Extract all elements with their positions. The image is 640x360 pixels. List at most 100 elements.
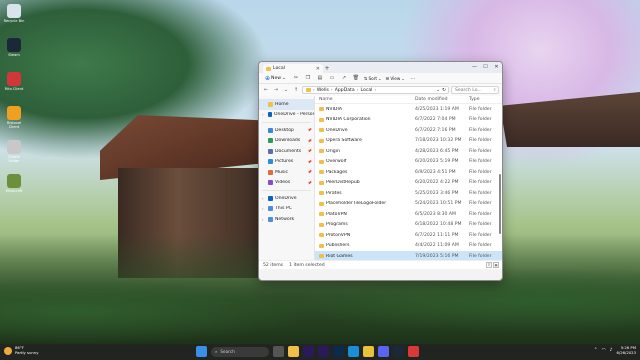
close-button[interactable]: ✕ [491, 62, 502, 71]
chrome-icon[interactable] [363, 346, 374, 357]
expand-chevron-icon[interactable]: › [262, 112, 266, 117]
desktop-icon[interactable]: Rito Client [3, 72, 25, 91]
desktop-icon-label: Minecraft [5, 189, 23, 193]
file-explorer-window[interactable]: Local ✕ + — ☐ ✕ ⊕ New ⌄ ✂ ❐ ▤ ▭ ↗ 🗑 ⇅ So… [258, 61, 503, 281]
expand-chevron-icon[interactable]: › [262, 196, 266, 201]
tab-close-icon[interactable]: ✕ [316, 66, 320, 72]
nav-item[interactable]: Desktop 📌 [259, 125, 314, 136]
back-arrow-icon[interactable]: ← [262, 86, 270, 94]
taskbar-search[interactable]: ⌕ Search [211, 346, 269, 357]
table-row[interactable]: PeerDistRepub 6/20/2022 4:22 PM File folde… [315, 178, 502, 189]
more-button[interactable]: ... [409, 75, 417, 82]
delete-icon[interactable]: 🗑 [352, 75, 360, 82]
tiles-view-icon[interactable]: ▦ [493, 262, 499, 268]
nav-item[interactable]: Pictures 📌 [259, 157, 314, 168]
breadcrumb-item[interactable]: Local [361, 88, 373, 93]
folder-icon [319, 107, 324, 112]
command-bar: ⊕ New ⌄ ✂ ❐ ▤ ▭ ↗ 🗑 ⇅ Sort ⌄ ☰ View ⌄ ..… [259, 73, 502, 84]
table-row[interactable]: Pirates 5/25/2023 3:46 PM File folder [315, 188, 502, 199]
refresh-icon[interactable]: ↻ [442, 88, 446, 93]
table-row[interactable]: NVIDIA Corporation 6/7/2022 7:04 PM File f… [315, 115, 502, 126]
nav-item[interactable]: › This PC [259, 204, 314, 215]
nav-item[interactable]: Music 📌 [259, 167, 314, 178]
scrollbar-thumb[interactable] [499, 174, 501, 234]
type-cell: File folder [469, 106, 492, 112]
start-icon[interactable] [196, 346, 207, 357]
file-name-cell: NVIDIA [319, 107, 415, 112]
desktop-icon[interactable]: Create Folder [3, 140, 25, 163]
table-row[interactable]: Programs 6/18/2022 10:48 PM File folder [315, 220, 502, 231]
breadcrumb-item[interactable]: AppData [335, 88, 355, 93]
table-row[interactable]: PlaceholderTileLogoFolder 5/24/2023 10:51… [315, 199, 502, 210]
game-icon[interactable] [408, 346, 419, 357]
table-row[interactable]: Opera Software 7/18/2023 10:32 PM File fol… [315, 136, 502, 147]
details-view-icon[interactable]: ☰ [486, 262, 492, 268]
table-row[interactable]: OneDrive 6/7/2022 7:16 PM File folder [315, 125, 502, 136]
table-row[interactable]: NVIDIA 4/25/2023 1:19 AM File folder [315, 104, 502, 115]
chevron-down-icon[interactable]: ⌄ [282, 86, 290, 94]
copy-icon[interactable]: ❐ [304, 75, 312, 82]
table-row[interactable]: PlatoVPN 6/5/2023 8:30 AM File folder [315, 209, 502, 220]
nav-item[interactable]: › OneDrive [259, 193, 314, 204]
taskview-icon[interactable] [273, 346, 284, 357]
table-row[interactable]: Origin 4/28/2023 6:45 PM File folder [315, 146, 502, 157]
edge-icon[interactable] [348, 346, 359, 357]
new-button[interactable]: ⊕ New ⌄ [263, 75, 288, 82]
tab-local[interactable]: Local ✕ [263, 64, 323, 73]
column-type[interactable]: Type [469, 97, 499, 102]
chevron-up-icon[interactable]: ⌃ [594, 348, 598, 353]
desktop-icon[interactable]: Minecraft [3, 174, 25, 193]
speaker-icon[interactable]: ♪ [610, 348, 613, 353]
up-arrow-icon[interactable]: ↑ [292, 86, 300, 94]
steam-icon[interactable] [393, 346, 404, 357]
discord-icon[interactable] [378, 346, 389, 357]
nav-item-icon [268, 216, 273, 222]
nav-item[interactable]: › Network [259, 214, 314, 225]
column-date-modified[interactable]: Date modified [415, 97, 469, 102]
table-row[interactable]: Publishers 4/4/2022 11:09 AM File folder [315, 241, 502, 252]
expand-chevron-icon[interactable]: › [262, 217, 266, 222]
explorer-icon[interactable] [288, 346, 299, 357]
nav-item[interactable]: Videos 📌 [259, 178, 314, 189]
column-name[interactable]: Name [319, 97, 415, 102]
nav-item[interactable]: › OneDrive - Personal [259, 110, 314, 121]
title-bar[interactable]: Local ✕ + — ☐ ✕ [259, 62, 502, 73]
rename-icon[interactable]: ▭ [328, 75, 336, 82]
nav-item[interactable]: Home [259, 99, 314, 110]
nav-item[interactable]: Downloads 📌 [259, 136, 314, 147]
desktop-icon[interactable]: Recycle Bin [3, 4, 25, 23]
weather-widget[interactable]: 86°F Partly sunny [4, 345, 38, 355]
desktop-icon[interactable]: Ristovel Client [3, 106, 25, 129]
paste-icon[interactable]: ▤ [316, 75, 324, 82]
forward-arrow-icon[interactable]: → [272, 86, 280, 94]
maximize-button[interactable]: ☐ [480, 62, 491, 71]
share-icon[interactable]: ↗ [340, 75, 348, 82]
minimize-button[interactable]: — [469, 62, 480, 71]
navigation-pane: Home›OneDrive - Personal Desktop📌Download… [259, 96, 315, 260]
search-box[interactable]: Search Lo... ⌕ [451, 86, 499, 94]
file-name: Pirates [326, 190, 342, 196]
wifi-icon[interactable]: ◠ [602, 348, 606, 353]
sort-label: Sort [368, 75, 378, 81]
vertical-scrollbar[interactable] [498, 104, 501, 256]
nav-item-icon [268, 169, 273, 175]
breadcrumb-item[interactable]: Wells [317, 88, 329, 93]
sort-button[interactable]: ⇅ Sort ⌄ [364, 76, 382, 81]
cut-icon[interactable]: ✂ [292, 75, 300, 82]
photoshop-icon[interactable] [333, 346, 344, 357]
chevron-down-icon[interactable]: ⌄ [436, 88, 440, 93]
new-tab-button[interactable]: + [323, 64, 331, 73]
table-row[interactable]: Packages 6/9/2023 4:51 PM File folder [315, 167, 502, 178]
pin-icon: 📌 [307, 128, 312, 133]
desktop-icon[interactable]: Steam [3, 38, 25, 57]
clock[interactable]: 5:26 PM 6/26/2023 [617, 345, 636, 355]
address-bar[interactable]: › Wells › AppData › Local › ⌄ ↻ [302, 86, 449, 94]
nav-item[interactable]: Documents 📌 [259, 146, 314, 157]
table-row[interactable]: Overwolf 6/20/2023 5:19 PM File folder [315, 157, 502, 168]
expand-chevron-icon[interactable]: › [262, 206, 266, 211]
table-row[interactable]: ProtonVPN 6/7/2022 11:11 PM File folder [315, 230, 502, 241]
search-icon: ⌕ [493, 88, 496, 93]
aftereffects-icon[interactable] [318, 346, 329, 357]
premiere-icon[interactable] [303, 346, 314, 357]
view-button[interactable]: ☰ View ⌄ [386, 76, 405, 81]
